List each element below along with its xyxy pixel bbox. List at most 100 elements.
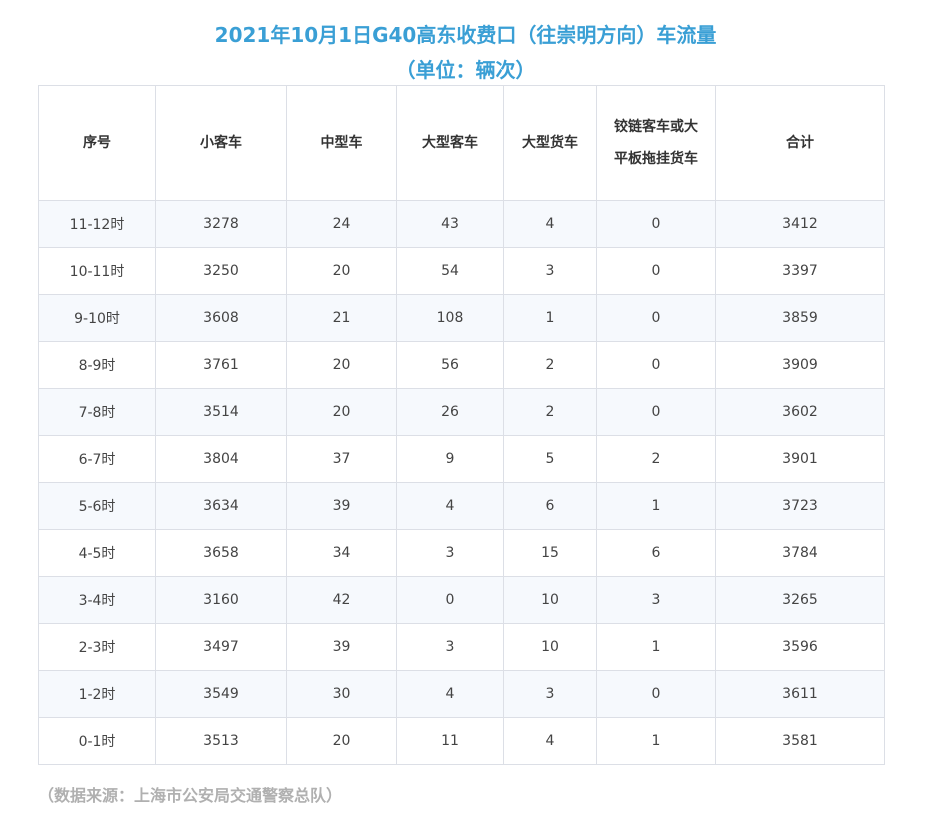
header-cell-index: 序号 — [38, 85, 156, 201]
table-cell: 39 — [286, 623, 397, 671]
table-cell: 4-5时 — [38, 529, 156, 577]
table-cell: 1 — [503, 294, 597, 342]
header-cell-large-truck: 大型货车 — [503, 85, 597, 201]
table-cell: 39 — [286, 482, 397, 530]
table-cell: 3634 — [155, 482, 287, 530]
table-cell: 0 — [596, 200, 716, 248]
table-cell: 10 — [503, 623, 597, 671]
table-cell: 2 — [503, 388, 597, 436]
page-title: 2021年10月1日G40高东收费口（往崇明方向）车流量 — [214, 23, 717, 47]
header-cell-total: 合计 — [715, 85, 885, 201]
table-row: 7-8时 3514 20 26 2 0 3602 — [38, 388, 885, 436]
table-cell: 4 — [503, 200, 597, 248]
table-cell: 3 — [503, 247, 597, 295]
table-cell: 54 — [396, 247, 504, 295]
table-cell: 11 — [396, 717, 504, 765]
table-cell: 3265 — [715, 576, 885, 624]
table-row: 8-9时 3761 20 56 2 0 3909 — [38, 341, 885, 389]
table-cell: 5 — [503, 435, 597, 483]
table-cell: 6 — [596, 529, 716, 577]
table-cell: 10-11时 — [38, 247, 156, 295]
table-cell: 3602 — [715, 388, 885, 436]
table-cell: 0 — [596, 294, 716, 342]
page-subtitle: （单位：辆次） — [395, 58, 536, 82]
table-cell: 6-7时 — [38, 435, 156, 483]
table-cell: 2-3时 — [38, 623, 156, 671]
table-cell: 3723 — [715, 482, 885, 530]
header-row: 序号 小客车 中型车 大型客车 大型货车 铰链客车或大平板拖挂货车 合计 — [38, 85, 885, 201]
header-cell-articulated-vehicle: 铰链客车或大平板拖挂货车 — [596, 85, 716, 201]
table-cell: 3658 — [155, 529, 287, 577]
table-cell: 4 — [396, 670, 504, 718]
table-cell: 0 — [596, 341, 716, 389]
traffic-table: 序号 小客车 中型车 大型客车 大型货车 铰链客车或大平板拖挂货车 合计 11-… — [38, 85, 885, 765]
table-cell: 3513 — [155, 717, 287, 765]
table-cell: 3 — [396, 623, 504, 671]
table-cell: 6 — [503, 482, 597, 530]
table-row: 9-10时 3608 21 108 1 0 3859 — [38, 294, 885, 342]
table-cell: 3278 — [155, 200, 287, 248]
table-cell: 3397 — [715, 247, 885, 295]
table-cell: 3901 — [715, 435, 885, 483]
table-cell: 3160 — [155, 576, 287, 624]
table-row: 1-2时 3549 30 4 3 0 3611 — [38, 670, 885, 718]
table-cell: 3611 — [715, 670, 885, 718]
table-cell: 8-9时 — [38, 341, 156, 389]
table-cell: 15 — [503, 529, 597, 577]
header-cell-medium-vehicle: 中型车 — [286, 85, 397, 201]
table-cell: 0 — [596, 247, 716, 295]
header-label-articulated-vehicle: 铰链客车或大平板拖挂货车 — [614, 119, 698, 167]
table-cell: 3 — [596, 576, 716, 624]
table-cell: 3784 — [715, 529, 885, 577]
table-cell: 26 — [396, 388, 504, 436]
table-cell: 9-10时 — [38, 294, 156, 342]
table-cell: 20 — [286, 717, 397, 765]
table-cell: 5-6时 — [38, 482, 156, 530]
table-cell: 3909 — [715, 341, 885, 389]
table-cell: 24 — [286, 200, 397, 248]
table-cell: 4 — [503, 717, 597, 765]
table-cell: 20 — [286, 341, 397, 389]
table-cell: 0 — [396, 576, 504, 624]
table-cell: 1 — [596, 717, 716, 765]
table-row: 3-4时 3160 42 0 10 3 3265 — [38, 576, 885, 624]
table-cell: 56 — [396, 341, 504, 389]
table-cell: 3412 — [715, 200, 885, 248]
table-cell: 1 — [596, 482, 716, 530]
table-header: 序号 小客车 中型车 大型客车 大型货车 铰链客车或大平板拖挂货车 合计 — [38, 85, 885, 201]
table-cell: 0-1时 — [38, 717, 156, 765]
table-cell: 11-12时 — [38, 200, 156, 248]
table-cell: 0 — [596, 670, 716, 718]
header-cell-large-bus: 大型客车 — [396, 85, 504, 201]
table-cell: 3596 — [715, 623, 885, 671]
table-cell: 108 — [396, 294, 504, 342]
table-cell: 3497 — [155, 623, 287, 671]
header-cell-small-car: 小客车 — [155, 85, 287, 201]
table-cell: 3-4时 — [38, 576, 156, 624]
table-row: 4-5时 3658 34 3 15 6 3784 — [38, 529, 885, 577]
table-row: 11-12时 3278 24 43 4 0 3412 — [38, 200, 885, 248]
table-cell: 3250 — [155, 247, 287, 295]
table-cell: 20 — [286, 247, 397, 295]
table-cell: 3549 — [155, 670, 287, 718]
table-cell: 34 — [286, 529, 397, 577]
table-body: 11-12时 3278 24 43 4 0 3412 10-11时 3250 20 54 3 0 3397… — [38, 200, 885, 765]
table-cell: 10 — [503, 576, 597, 624]
table-cell: 0 — [596, 388, 716, 436]
data-source-note: （数据来源：上海市公安局交通警察总队） — [38, 786, 343, 805]
table-cell: 3 — [396, 529, 504, 577]
table-cell: 2 — [596, 435, 716, 483]
table-cell: 3581 — [715, 717, 885, 765]
table-cell: 21 — [286, 294, 397, 342]
table-cell: 3514 — [155, 388, 287, 436]
table-cell: 9 — [396, 435, 504, 483]
table-cell: 3 — [503, 670, 597, 718]
table-cell: 37 — [286, 435, 397, 483]
table-row: 2-3时 3497 39 3 10 1 3596 — [38, 623, 885, 671]
table-cell: 43 — [396, 200, 504, 248]
table-cell: 3608 — [155, 294, 287, 342]
table-row: 10-11时 3250 20 54 3 0 3397 — [38, 247, 885, 295]
table-cell: 2 — [503, 341, 597, 389]
table-row: 5-6时 3634 39 4 6 1 3723 — [38, 482, 885, 530]
table-cell: 30 — [286, 670, 397, 718]
